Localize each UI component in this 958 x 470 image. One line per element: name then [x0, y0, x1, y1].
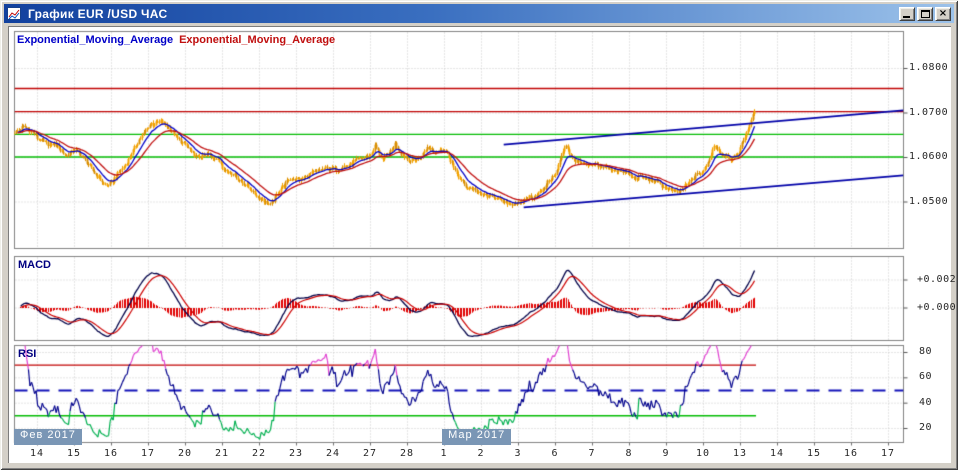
time-tick-label: 16 [843, 448, 859, 459]
rsi-tick-label: 40 [919, 396, 933, 408]
time-tick-label: 22 [251, 448, 267, 459]
time-tick-label: 24 [325, 448, 341, 459]
time-tick-label: 8 [625, 448, 633, 459]
macd-tick-label: +0.002 [917, 273, 957, 285]
time-tick-label: 14 [29, 448, 45, 459]
price-tick-label: 1.0700 [909, 106, 949, 118]
time-tick-label: 15 [806, 448, 822, 459]
ema-fast-label: Exponential_Moving_Average [17, 34, 174, 46]
time-tick-label: 15 [66, 448, 82, 459]
time-tick-label: 6 [551, 448, 559, 459]
time-tick-label: 17 [880, 448, 896, 459]
month-label-feb: Фев 2017 [14, 429, 82, 445]
rsi-panel[interactable] [14, 345, 903, 442]
time-tick-label: 1 [440, 448, 448, 459]
rsi-tick-label: 20 [919, 422, 933, 433]
time-tick-label: 13 [732, 448, 748, 459]
price-tick-label: 1.0600 [909, 151, 949, 162]
time-tick-label: 2 [477, 448, 485, 459]
time-tick-label: 27 [362, 448, 378, 459]
price-tick-label: 1.0500 [909, 195, 949, 207]
time-tick-label: 21 [214, 448, 230, 459]
rsi-tick-label: 60 [919, 371, 933, 383]
rsi-label: RSI [18, 348, 37, 360]
time-tick-label: 3 [514, 448, 522, 459]
macd-axis[interactable] [904, 256, 950, 340]
macd-tick-label: +0.000 [917, 301, 957, 313]
time-tick-label: 7 [588, 448, 596, 459]
time-tick-label: 9 [662, 448, 670, 459]
time-tick-label: 20 [177, 448, 193, 459]
main-chart-panel[interactable] [14, 31, 903, 248]
rsi-tick-label: 80 [919, 345, 933, 357]
time-tick-label: 28 [399, 448, 415, 459]
time-tick-label: 14 [769, 448, 785, 459]
indicator-labels: Exponential_Moving_Average Exponential_M… [17, 34, 335, 46]
ema-slow-label: Exponential_Moving_Average [179, 34, 336, 46]
chart-window: График EUR /USD ЧАС × Exponential_Moving… [0, 0, 958, 470]
time-tick-label: 16 [103, 448, 119, 459]
time-tick-label: 10 [695, 448, 711, 459]
macd-panel[interactable] [14, 256, 903, 340]
month-label-mar: Мар 2017 [442, 429, 512, 445]
price-tick-label: 1.0800 [909, 62, 949, 73]
time-tick-label: 23 [288, 448, 304, 459]
macd-label: MACD [18, 259, 51, 271]
time-tick-label: 17 [140, 448, 156, 459]
